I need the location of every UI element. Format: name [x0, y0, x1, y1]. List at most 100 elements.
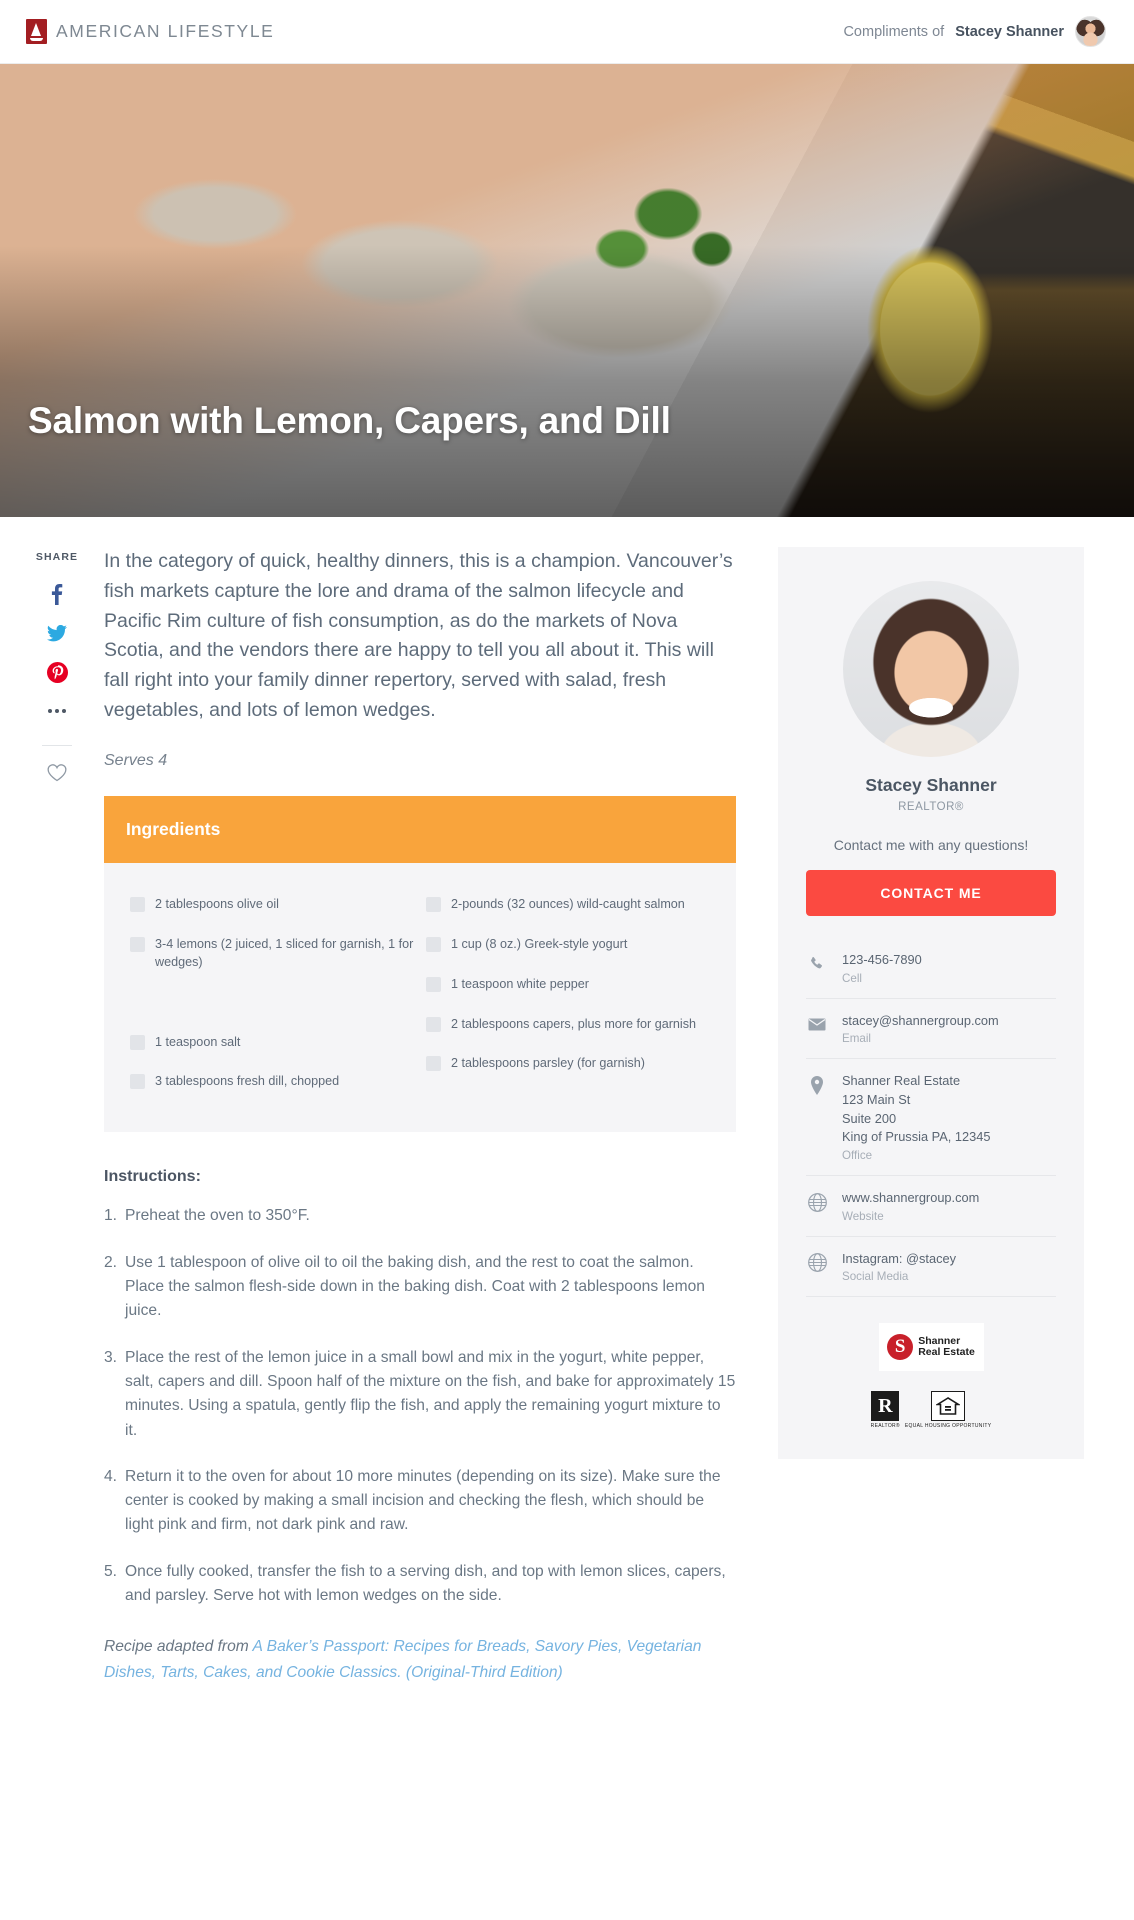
twitter-icon[interactable]: [44, 620, 70, 646]
instruction-step: 3. Place the rest of the lemon juice in …: [104, 1346, 736, 1443]
ingredient-item[interactable]: 1 teaspoon white pepper: [422, 965, 714, 1005]
equal-housing-logo: EQUAL HOUSING OPPORTUNITY: [905, 1391, 991, 1429]
more-options-icon[interactable]: [44, 698, 70, 724]
brokerage-logo: S Shanner Real Estate: [878, 1323, 984, 1372]
serves-text: Serves 4: [104, 751, 168, 769]
brokerage-name: Shanner Real Estate: [918, 1335, 975, 1360]
contact-row-social[interactable]: Instagram: @stacey Social Media: [806, 1237, 1056, 1298]
favorite-heart-icon[interactable]: [44, 760, 70, 786]
contact-text: www.shannergroup.com Website: [842, 1189, 979, 1223]
step-number: 2.: [104, 1253, 118, 1271]
association-logos: R REALTOR® EQUAL HOUSING OPPORTUNITY: [806, 1391, 1056, 1429]
ingredient-item[interactable]: 1 teaspoon salt: [126, 1023, 418, 1063]
checkbox-icon[interactable]: [426, 1016, 441, 1032]
checkbox-icon[interactable]: [426, 936, 441, 952]
contact-row-email[interactable]: stacey@shannergroup.com Email: [806, 999, 1056, 1060]
equal-housing-caption: EQUAL HOUSING OPPORTUNITY: [904, 1423, 992, 1430]
american-lifestyle-mark-icon: [26, 19, 47, 44]
globe-icon: [806, 1252, 828, 1274]
compliments-prefix: Compliments of: [843, 23, 945, 40]
step-number: 4.: [104, 1467, 118, 1485]
contact-value: www.shannergroup.com: [842, 1190, 980, 1206]
instruction-step: 4. Return it to the oven for about 10 mo…: [104, 1465, 736, 1538]
ingredient-label: 3 tablespoons fresh dill, chopped: [155, 1074, 340, 1089]
ingredient-item[interactable]: 2 tablespoons capers, plus more for garn…: [422, 1005, 714, 1045]
contact-row-cell[interactable]: 123-456-7890 Cell: [806, 938, 1056, 999]
facebook-icon[interactable]: [44, 581, 70, 607]
step-text: Place the rest of the lemon juice in a s…: [125, 1348, 736, 1439]
equal-housing-house-icon: [931, 1391, 966, 1422]
share-label: SHARE: [35, 551, 79, 563]
agent-role: REALTOR®: [898, 801, 964, 813]
contact-value: stacey@shannergroup.com: [842, 1012, 999, 1028]
instruction-step: 1. Preheat the oven to 350°F.: [104, 1204, 736, 1228]
compliments-block: Compliments of Stacey Shanner: [843, 16, 1106, 47]
step-number: 3.: [104, 1348, 118, 1366]
contact-text: Instagram: @stacey Social Media: [842, 1250, 956, 1284]
agent-avatar: [843, 581, 1019, 757]
ingredient-item[interactable]: 3-4 lemons (2 juiced, 1 sliced for garni…: [126, 925, 418, 983]
contact-label: Website: [842, 1209, 884, 1223]
brand-logo[interactable]: AMERICAN LIFESTYLE: [26, 19, 274, 44]
ingredient-item[interactable]: 2-pounds (32 ounces) wild-caught salmon: [422, 885, 714, 925]
checkbox-icon[interactable]: [426, 1056, 441, 1072]
brokerage-monogram-icon: S: [887, 1334, 914, 1361]
ingredients-card: Ingredients 2 tablespoons olive oil 3-4 …: [104, 795, 736, 1133]
instructions-heading: Instructions:: [104, 1168, 201, 1186]
header-avatar[interactable]: [1075, 16, 1106, 47]
ingredients-heading: Ingredients: [104, 795, 736, 863]
contact-row-website[interactable]: www.shannergroup.com Website: [806, 1176, 1056, 1237]
ingredient-item[interactable]: 1 cup (8 oz.) Greek-style yogurt: [422, 925, 714, 965]
brand-title: AMERICAN LIFESTYLE: [56, 21, 275, 41]
contact-text: 123-456-7890 Cell: [842, 951, 922, 985]
checkbox-icon[interactable]: [130, 896, 145, 912]
ingredient-item[interactable]: 3 tablespoons fresh dill, chopped: [126, 1062, 418, 1102]
checkbox-icon[interactable]: [426, 976, 441, 992]
contact-me-button[interactable]: CONTACT ME: [806, 870, 1056, 916]
realtor-caption: REALTOR®: [870, 1423, 900, 1430]
ingredients-column-right: 2-pounds (32 ounces) wild-caught salmon …: [422, 885, 714, 1102]
contact-label: Cell: [842, 971, 862, 985]
share-divider: [42, 745, 72, 746]
step-number: 1.: [104, 1207, 118, 1225]
checkbox-icon[interactable]: [130, 1034, 145, 1050]
hero-banner: Salmon with Lemon, Capers, and Dill: [0, 64, 1134, 517]
ingredient-label: 1 cup (8 oz.) Greek-style yogurt: [451, 936, 628, 951]
ingredient-label: 2 tablespoons capers, plus more for garn…: [451, 1016, 697, 1031]
globe-icon: [806, 1191, 828, 1213]
recipe-title: Salmon with Lemon, Capers, and Dill: [28, 399, 671, 441]
hero-food-photo: [0, 64, 1134, 517]
ingredient-label: 2-pounds (32 ounces) wild-caught salmon: [451, 896, 685, 911]
ingredient-item[interactable]: 2 tablespoons olive oil: [126, 885, 418, 925]
ingredient-label: 2 tablespoons olive oil: [155, 896, 279, 911]
instruction-step: 5. Once fully cooked, transfer the fish …: [104, 1560, 736, 1609]
agent-name: Stacey Shanner: [865, 775, 997, 795]
checkbox-icon[interactable]: [130, 1074, 145, 1090]
phone-icon: [806, 953, 828, 975]
location-icon: [806, 1074, 828, 1096]
ingredient-label: 1 teaspoon white pepper: [451, 976, 589, 991]
step-text: Use 1 tablespoon of olive oil to oil the…: [125, 1253, 705, 1320]
ingredient-label: 1 teaspoon salt: [155, 1034, 241, 1049]
credit-prefix: Recipe adapted from: [104, 1638, 253, 1656]
brokerage-line-2: Real Estate: [918, 1346, 975, 1359]
ingredients-list: 2 tablespoons olive oil 3-4 lemons (2 ju…: [104, 862, 736, 1133]
ingredient-item[interactable]: 2 tablespoons parsley (for garnish): [422, 1044, 714, 1084]
realtor-logo: R REALTOR®: [871, 1391, 900, 1429]
recipe-credit: Recipe adapted from A Baker’s Passport: …: [104, 1634, 736, 1725]
contact-value: 123-456-7890: [842, 952, 922, 967]
step-text: Preheat the oven to 350°F.: [125, 1207, 310, 1225]
pinterest-icon[interactable]: [44, 659, 70, 685]
contact-tagline: Contact me with any questions!: [833, 837, 1029, 853]
contact-label: Social Media: [842, 1270, 909, 1284]
contact-value: Shanner Real Estate 123 Main St Suite 20…: [842, 1073, 991, 1145]
contact-text: stacey@shannergroup.com Email: [842, 1012, 999, 1046]
contact-text: Shanner Real Estate 123 Main St Suite 20…: [842, 1072, 990, 1162]
checkbox-icon[interactable]: [426, 896, 441, 912]
agent-sidebar-card: Stacey Shanner REALTOR® Contact me with …: [778, 547, 1084, 1460]
contact-label: Email: [842, 1032, 871, 1046]
checkbox-icon[interactable]: [130, 936, 145, 952]
contact-row-office[interactable]: Shanner Real Estate 123 Main St Suite 20…: [806, 1059, 1056, 1177]
email-icon: [806, 1014, 828, 1036]
contact-label: Office: [842, 1149, 873, 1163]
